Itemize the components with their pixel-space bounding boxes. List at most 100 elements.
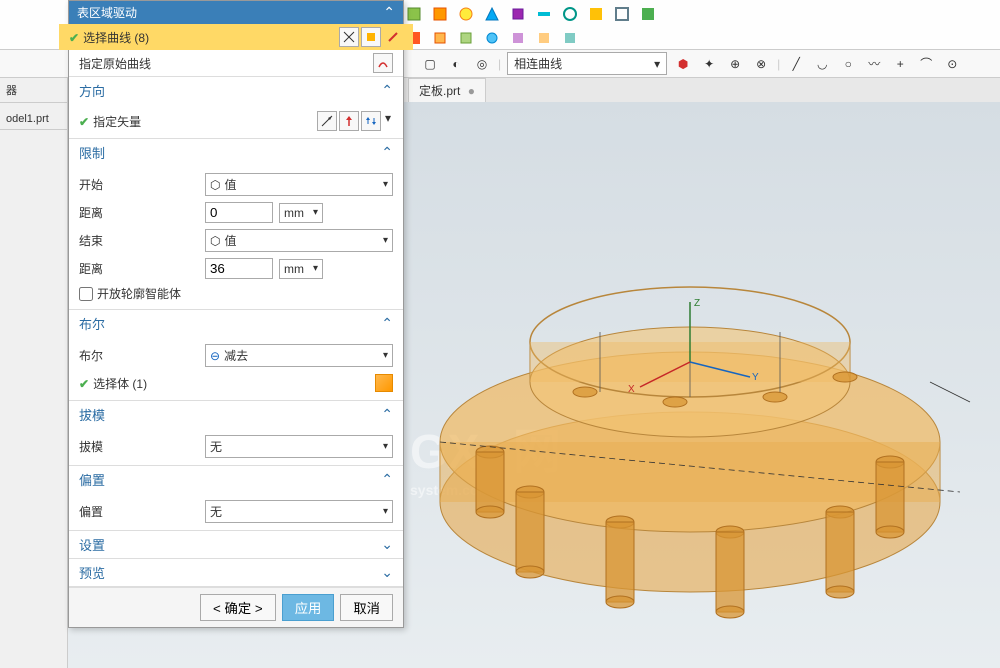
sketch-circle-icon[interactable]: ○ xyxy=(838,54,858,74)
tool-icon-b3[interactable] xyxy=(456,28,476,48)
curve-filter-icon[interactable]: ◐ xyxy=(446,54,466,74)
offset-section-header[interactable]: 偏置 ⌃ xyxy=(69,465,403,493)
settings-section-label: 设置 xyxy=(79,535,105,554)
left-tab-model1[interactable]: odel1.prt xyxy=(0,109,67,130)
tab-dirty-icon: ● xyxy=(468,84,475,98)
start-value: 值 xyxy=(224,176,236,193)
extrude-dialog: 表区域驱动 ⌃ ✔ 选择曲线 (8) 指定原始曲线 方向 ⌃ ✔ 指定矢量 xyxy=(68,0,404,628)
tool-icon-9[interactable] xyxy=(612,4,632,24)
distance1-input[interactable] xyxy=(205,202,273,223)
draft-section-header[interactable]: 拔模 ⌃ xyxy=(69,400,403,428)
tool-icon-7[interactable] xyxy=(560,4,580,24)
cancel-button[interactable]: 取消 xyxy=(340,594,393,621)
curve-rule-dropdown[interactable]: 相连曲线 ▾ xyxy=(507,52,667,75)
settings-section-header[interactable]: 设置 ⌄ xyxy=(69,530,403,558)
left-tab-0[interactable]: 器 xyxy=(0,78,67,103)
tool-icon-b7[interactable] xyxy=(560,28,580,48)
sketch-spline-icon[interactable]: 〰 xyxy=(864,54,884,74)
distance2-label: 距离 xyxy=(79,260,199,277)
end-label: 结束 xyxy=(79,232,199,249)
orig-curve-icon[interactable] xyxy=(373,53,393,73)
sketch-ellipse-icon[interactable]: ⊙ xyxy=(942,54,962,74)
tool-icon-3[interactable] xyxy=(456,4,476,24)
tab-dingban[interactable]: 定板.prt ● xyxy=(408,78,486,102)
collapse-arrow-icon: ⌃ xyxy=(381,315,393,332)
curve-rule-label: 相连曲线 xyxy=(514,55,562,72)
opt-icon-1[interactable]: ⬢ xyxy=(673,54,693,74)
distance1-unit-dropdown[interactable]: mm ▾ xyxy=(279,203,323,223)
inferred-vector-icon[interactable] xyxy=(339,111,359,131)
dialog-footer: < 确定 > 应用 取消 xyxy=(69,587,403,627)
offset-dropdown[interactable]: 无 ▾ xyxy=(205,500,393,523)
tool-icon-b6[interactable] xyxy=(534,28,554,48)
tool-icon-6[interactable] xyxy=(534,4,554,24)
tool-icon-b5[interactable] xyxy=(508,28,528,48)
tool-icon-5[interactable] xyxy=(508,4,528,24)
opt-icon-2[interactable]: ✦ xyxy=(699,54,719,74)
reverse-direction-icon[interactable] xyxy=(361,111,381,131)
limits-section-header[interactable]: 限制 ⌃ xyxy=(69,138,403,166)
start-label: 开始 xyxy=(79,176,199,193)
no-filter-icon[interactable]: ▢ xyxy=(420,54,440,74)
preview-section-header[interactable]: 预览 ⌄ xyxy=(69,558,403,587)
collapse-up-icon[interactable]: ⌃ xyxy=(383,4,395,21)
tool-icon-4[interactable] xyxy=(482,4,502,24)
smart-body-label: 开放轮廓智能体 xyxy=(97,285,181,302)
end-value: 值 xyxy=(224,232,236,249)
select-curve-row[interactable]: ✔ 选择曲线 (8) xyxy=(59,24,413,50)
distance1-label: 距离 xyxy=(79,204,199,221)
vector-caret-icon[interactable]: ▾ xyxy=(383,111,393,131)
boolean-label: 布尔 xyxy=(79,347,199,364)
smart-body-checkbox[interactable] xyxy=(79,287,93,301)
check-icon: ✔ xyxy=(79,377,89,391)
tool-icon-8[interactable] xyxy=(586,4,606,24)
ok-button[interactable]: < 确定 > xyxy=(200,594,276,621)
stop-at-intersection-icon[interactable] xyxy=(383,27,403,47)
start-dropdown[interactable]: ⬡ 值 ▾ xyxy=(205,173,393,196)
offset-label: 偏置 xyxy=(79,503,199,520)
distance1-unit: mm xyxy=(284,206,304,220)
check-icon: ✔ xyxy=(69,31,79,45)
distance2-input[interactable] xyxy=(205,258,273,279)
tool-icon-b4[interactable] xyxy=(482,28,502,48)
curve-rule-icon[interactable] xyxy=(361,27,381,47)
direction-section-label: 方向 xyxy=(79,81,105,100)
cube-icon: ⬡ xyxy=(210,178,220,192)
specify-orig-curve-label: 指定原始曲线 xyxy=(79,55,151,72)
apply-button[interactable]: 应用 xyxy=(282,594,335,621)
subtract-icon: ⊖ xyxy=(210,349,220,363)
left-panel: 器 odel1.prt xyxy=(0,78,68,668)
direction-section-header[interactable]: 方向 ⌃ xyxy=(69,76,403,104)
tool-icon-2[interactable] xyxy=(430,4,450,24)
check-icon: ✔ xyxy=(79,115,89,129)
collapse-arrow-icon: ⌃ xyxy=(381,82,393,99)
offset-section-label: 偏置 xyxy=(79,470,105,489)
svg-text:X: X xyxy=(628,384,635,395)
preview-section-label: 预览 xyxy=(79,563,105,582)
specify-vector-label: 指定矢量 xyxy=(93,115,141,129)
opt-icon-4[interactable]: ⊗ xyxy=(751,54,771,74)
sketch-arc-icon[interactable]: ◡ xyxy=(812,54,832,74)
sketch-point-icon[interactable]: + xyxy=(890,54,910,74)
distance2-unit-dropdown[interactable]: mm ▾ xyxy=(279,259,323,279)
tool-icon-1[interactable] xyxy=(404,4,424,24)
draft-dropdown[interactable]: 无 ▾ xyxy=(205,435,393,458)
draft-section-label: 拔模 xyxy=(79,405,105,424)
tool-icon-b2[interactable] xyxy=(430,28,450,48)
tool-icon-10[interactable] xyxy=(638,4,658,24)
sketch-line-icon[interactable]: ╱ xyxy=(786,54,806,74)
svg-text:Y: Y xyxy=(752,372,759,383)
sketch-rect-icon[interactable]: ⌒ xyxy=(916,54,936,74)
boolean-dropdown[interactable]: ⊖ 减去 ▾ xyxy=(205,344,393,367)
boolean-section-header[interactable]: 布尔 ⌃ xyxy=(69,309,403,337)
select-curve-label: 选择曲线 (8) xyxy=(83,31,149,45)
end-dropdown[interactable]: ⬡ 值 ▾ xyxy=(205,229,393,252)
distance2-unit: mm xyxy=(284,262,304,276)
sketch-section-icon[interactable] xyxy=(339,27,359,47)
body-filter-icon[interactable]: ◎ xyxy=(472,54,492,74)
vector-dialog-icon[interactable] xyxy=(317,111,337,131)
expand-arrow-icon: ⌄ xyxy=(381,564,393,581)
solid-body-icon[interactable] xyxy=(375,374,393,392)
opt-icon-3[interactable]: ⊕ xyxy=(725,54,745,74)
dialog-title: 表区域驱动 xyxy=(77,4,137,21)
